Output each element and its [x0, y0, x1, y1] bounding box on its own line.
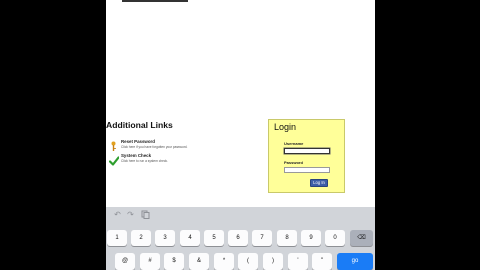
key-0[interactable]: 0 [325, 230, 345, 246]
key-1[interactable]: 1 [107, 230, 127, 246]
key-at[interactable]: @ [115, 253, 135, 270]
reset-password-link[interactable]: Reset Password Click here if you have fo… [109, 139, 259, 153]
key-8[interactable]: 8 [277, 230, 297, 246]
undo-icon[interactable]: ↶ [113, 210, 122, 219]
checkmark-icon [108, 153, 120, 166]
key-asterisk[interactable]: * [214, 253, 234, 270]
key-3[interactable]: 3 [155, 230, 175, 246]
key-2[interactable]: 2 [131, 230, 151, 246]
additional-links-heading: Additional Links [106, 120, 173, 130]
login-button[interactable]: Log In [310, 179, 328, 187]
go-key[interactable]: go [337, 253, 373, 270]
top-bar-fragment [122, 0, 188, 2]
key-apostrophe[interactable]: ' [288, 253, 308, 270]
key-9[interactable]: 9 [301, 230, 321, 246]
password-label: Password [284, 160, 303, 165]
backspace-icon: ⌫ [357, 235, 366, 241]
system-check-desc: Click here to run a system check. [121, 159, 168, 163]
key-paren-open[interactable]: ( [238, 253, 258, 270]
additional-links-section: Additional Links [106, 120, 266, 131]
password-field[interactable] [284, 167, 330, 173]
login-panel: Login Username Password Log In [268, 119, 345, 193]
reset-password-title[interactable]: Reset Password [121, 139, 155, 144]
key-6[interactable]: 6 [228, 230, 248, 246]
login-title: Login [274, 122, 297, 132]
onscreen-keyboard: ↶ ↷ 1 2 3 4 5 6 7 8 9 0 ⌫ @ # $ & * ( ) … [106, 207, 375, 270]
redo-icon[interactable]: ↷ [126, 210, 135, 219]
system-check-link[interactable]: System Check Click here to run a system … [108, 153, 259, 167]
keyboard-toolbar: ↶ ↷ [106, 207, 375, 223]
paste-icon[interactable] [141, 210, 150, 219]
key-paren-close[interactable]: ) [263, 253, 283, 270]
app-screen: Additional Links Reset Password Click he… [106, 0, 375, 270]
key-5[interactable]: 5 [204, 230, 224, 246]
system-check-title[interactable]: System Check [121, 153, 151, 158]
key-ampersand[interactable]: & [189, 253, 209, 270]
key-quote[interactable]: " [312, 253, 332, 270]
key-4[interactable]: 4 [180, 230, 200, 246]
username-label: Username [284, 141, 304, 146]
username-field[interactable] [284, 148, 330, 154]
delete-key[interactable]: ⌫ [350, 230, 373, 246]
reset-password-desc: Click here if you have forgotten your pa… [121, 145, 188, 149]
key-hash[interactable]: # [140, 253, 160, 270]
key-dollar[interactable]: $ [164, 253, 184, 270]
key-7[interactable]: 7 [252, 230, 272, 246]
key-icon [109, 139, 118, 151]
